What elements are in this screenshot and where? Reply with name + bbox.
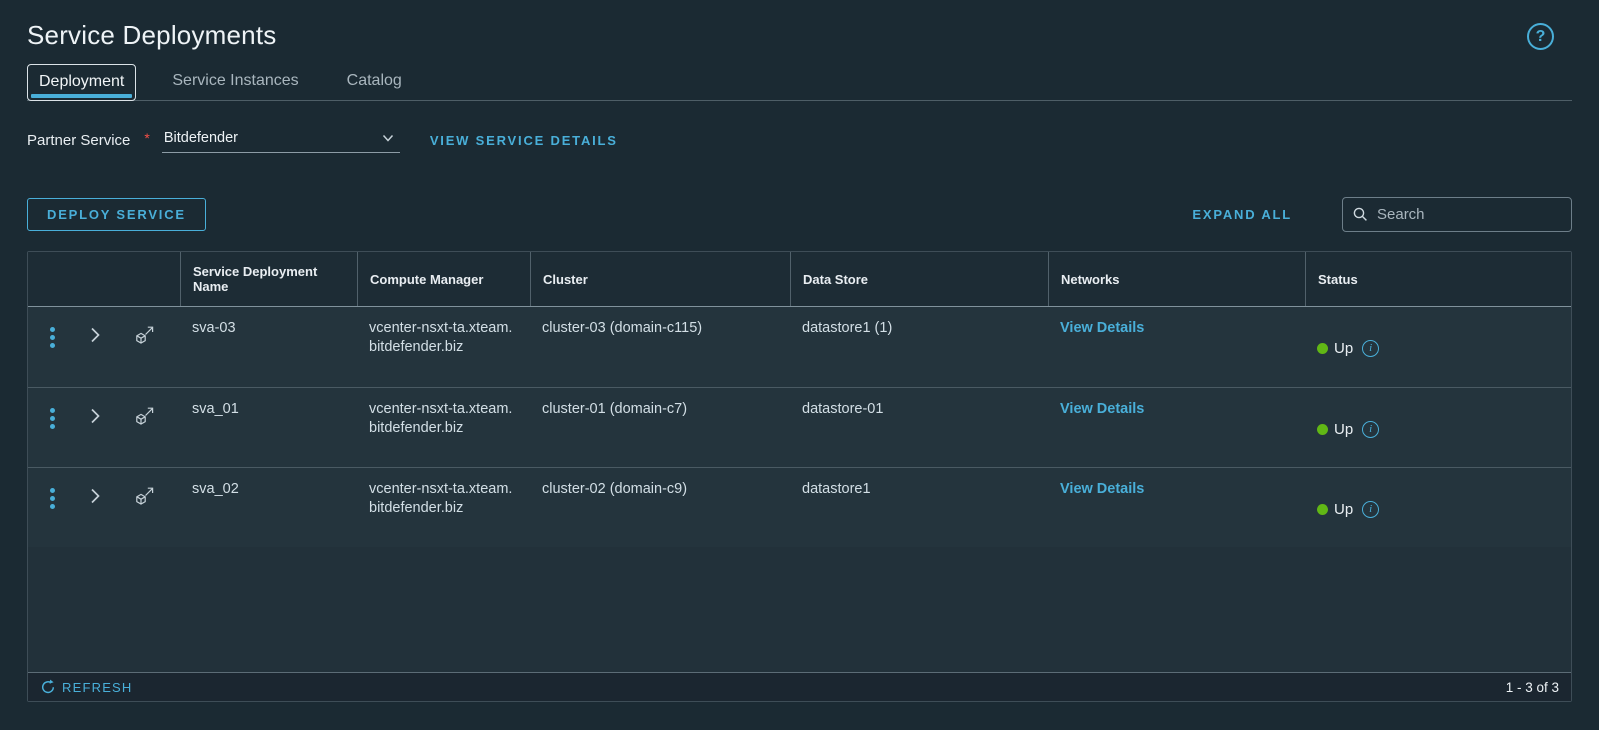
toolbar-right: EXPAND ALL bbox=[1192, 197, 1572, 232]
expand-all-link[interactable]: EXPAND ALL bbox=[1192, 207, 1292, 222]
partner-service-label: Partner Service bbox=[27, 132, 131, 149]
deploy-cube-icon[interactable] bbox=[134, 485, 156, 507]
search-icon bbox=[1352, 206, 1369, 223]
status-info-icon[interactable]: i bbox=[1362, 340, 1380, 357]
partner-service-select[interactable]: Bitdefender bbox=[161, 128, 400, 153]
status-up-dot bbox=[1317, 503, 1328, 515]
help-icon[interactable]: ? bbox=[1527, 23, 1554, 50]
cell-status: Up i bbox=[1305, 307, 1571, 387]
cell-status: Up i bbox=[1305, 388, 1571, 467]
cell-service-deployment-name: sva_02 bbox=[192, 481, 239, 497]
cell-service-deployment-name: sva-03 bbox=[192, 320, 236, 336]
status-info-icon[interactable]: i bbox=[1362, 500, 1380, 518]
table-footer: REFRESH 1 - 3 of 3 bbox=[28, 672, 1571, 701]
refresh-button[interactable]: REFRESH bbox=[40, 679, 133, 695]
cell-service-deployment-name: sva_01 bbox=[192, 401, 239, 417]
view-details-link[interactable]: View Details bbox=[1060, 320, 1144, 336]
tab-service-instances[interactable]: Service Instances bbox=[160, 63, 310, 100]
cell-cluster: cluster-03 (domain-c115) bbox=[542, 320, 703, 336]
active-tab-underline bbox=[31, 94, 133, 98]
status-label: Up bbox=[1334, 340, 1354, 357]
view-details-link[interactable]: View Details bbox=[1060, 481, 1144, 497]
page-title: Service Deployments bbox=[27, 20, 277, 50]
tab-catalog-label: Catalog bbox=[346, 72, 402, 89]
cell-networks: View Details bbox=[1048, 307, 1305, 387]
row-actions-cell bbox=[28, 307, 180, 387]
cell-compute-manager: vcenter-nsxt-ta.xteam.bitdefender.biz bbox=[369, 481, 513, 516]
table-empty-area bbox=[28, 547, 1571, 672]
tab-deployment[interactable]: Deployment bbox=[27, 64, 137, 101]
column-header-networks: Networks bbox=[1048, 252, 1305, 306]
table-row: sva_02 vcenter-nsxt-ta.xteam.bitdefender… bbox=[28, 467, 1571, 547]
tab-bar: Deployment Service Instances Catalog bbox=[27, 63, 1572, 101]
cell-status: Up i bbox=[1305, 468, 1571, 547]
cell-cluster: cluster-01 (domain-c7) bbox=[542, 401, 688, 417]
deploy-cube-icon[interactable] bbox=[134, 324, 156, 346]
column-header-status: Status bbox=[1305, 252, 1571, 306]
info-glyph: i bbox=[1369, 422, 1373, 435]
status-up-dot bbox=[1317, 343, 1328, 354]
kebab-menu-icon[interactable] bbox=[50, 327, 55, 332]
kebab-menu-icon[interactable] bbox=[50, 488, 55, 493]
refresh-label: REFRESH bbox=[62, 679, 133, 695]
service-deployments-page: Service Deployments ? Deployment Service… bbox=[0, 0, 1599, 702]
table-row: sva_01 vcenter-nsxt-ta.xteam.bitdefender… bbox=[28, 387, 1571, 467]
expand-chevron-icon[interactable] bbox=[85, 405, 105, 425]
kebab-menu-icon[interactable] bbox=[50, 408, 55, 413]
search-input[interactable] bbox=[1377, 206, 1562, 223]
search-box[interactable] bbox=[1342, 197, 1572, 232]
tab-service-instances-label: Service Instances bbox=[172, 72, 299, 89]
column-header-cluster: Cluster bbox=[530, 252, 790, 306]
info-glyph: i bbox=[1369, 502, 1373, 515]
column-header-actions bbox=[28, 252, 180, 306]
chevron-down-icon bbox=[380, 130, 396, 146]
help-glyph: ? bbox=[1535, 27, 1546, 45]
column-header-compute-manager: Compute Manager bbox=[357, 252, 530, 306]
table-row: sva-03 vcenter-nsxt-ta.xteam.bitdefender… bbox=[28, 307, 1571, 387]
table-header-row: Service Deployment Name Compute Manager … bbox=[28, 252, 1571, 307]
cell-networks: View Details bbox=[1048, 388, 1305, 467]
cell-data-store: datastore-01 bbox=[802, 401, 884, 417]
refresh-icon bbox=[40, 679, 56, 695]
view-details-link[interactable]: View Details bbox=[1060, 401, 1144, 417]
expand-chevron-icon[interactable] bbox=[85, 324, 105, 344]
tab-catalog[interactable]: Catalog bbox=[335, 63, 414, 100]
cell-data-store: datastore1 (1) bbox=[802, 320, 893, 336]
deployments-table: Service Deployment Name Compute Manager … bbox=[27, 251, 1572, 702]
status-up-dot bbox=[1317, 423, 1328, 435]
status-info-icon[interactable]: i bbox=[1362, 420, 1380, 438]
cell-networks: View Details bbox=[1048, 468, 1305, 547]
cell-cluster: cluster-02 (domain-c9) bbox=[542, 481, 688, 497]
toolbar: DEPLOY SERVICE EXPAND ALL bbox=[27, 197, 1572, 232]
required-asterisk: * bbox=[144, 129, 150, 146]
deploy-service-button[interactable]: DEPLOY SERVICE bbox=[27, 198, 206, 231]
cell-compute-manager: vcenter-nsxt-ta.xteam.bitdefender.biz bbox=[369, 320, 513, 355]
status-label: Up bbox=[1334, 420, 1354, 438]
row-actions-cell bbox=[28, 468, 180, 547]
row-actions-cell bbox=[28, 388, 180, 467]
partner-service-row: Partner Service * Bitdefender VIEW SERVI… bbox=[27, 128, 1572, 153]
column-header-data-store: Data Store bbox=[790, 252, 1048, 306]
expand-chevron-icon[interactable] bbox=[85, 485, 105, 505]
info-glyph: i bbox=[1369, 342, 1373, 354]
cell-data-store: datastore1 bbox=[802, 481, 871, 497]
column-header-service-deployment-name: Service Deployment Name bbox=[180, 252, 357, 306]
deploy-cube-icon[interactable] bbox=[134, 405, 156, 427]
partner-service-value: Bitdefender bbox=[163, 130, 238, 146]
status-label: Up bbox=[1334, 500, 1354, 518]
view-service-details-link[interactable]: VIEW SERVICE DETAILS bbox=[430, 133, 618, 148]
tab-deployment-label: Deployment bbox=[39, 73, 125, 90]
pagination-text: 1 - 3 of 3 bbox=[1505, 679, 1559, 695]
title-bar: Service Deployments ? bbox=[27, 0, 1572, 51]
cell-compute-manager: vcenter-nsxt-ta.xteam.bitdefender.biz bbox=[369, 401, 513, 436]
